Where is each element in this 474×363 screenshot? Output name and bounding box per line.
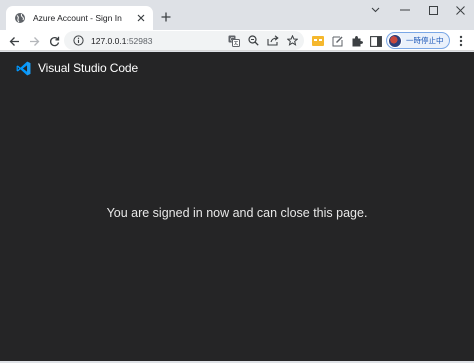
tab-search-chevron-icon[interactable] bbox=[367, 3, 383, 17]
url-text: 127.0.0.1:52983 bbox=[91, 36, 152, 46]
maximize-icon[interactable] bbox=[425, 3, 441, 17]
profile-button[interactable]: 一時停止中 bbox=[386, 32, 450, 49]
browser-tab[interactable]: Azure Account - Sign In bbox=[6, 6, 153, 30]
close-window-icon[interactable] bbox=[452, 3, 468, 17]
tab-title: Azure Account - Sign In bbox=[33, 13, 122, 23]
vscode-title: Visual Studio Code bbox=[38, 61, 139, 75]
zoom-icon[interactable] bbox=[246, 33, 261, 48]
signed-in-message: You are signed in now and can close this… bbox=[106, 206, 368, 220]
vscode-logo-icon bbox=[16, 61, 31, 76]
close-tab-icon[interactable] bbox=[135, 12, 147, 24]
reload-icon[interactable] bbox=[46, 33, 62, 49]
url-port: :52983 bbox=[126, 35, 153, 46]
avatar bbox=[388, 33, 402, 48]
back-arrow-icon[interactable] bbox=[6, 33, 22, 49]
translate-icon[interactable]: G bbox=[226, 33, 241, 48]
url-host: 127.0.0.1 bbox=[91, 35, 127, 46]
share-icon[interactable] bbox=[265, 33, 280, 48]
star-icon[interactable] bbox=[285, 33, 300, 48]
kebab-menu-icon[interactable] bbox=[454, 33, 468, 49]
address-bar[interactable]: 127.0.0.1:52983 G bbox=[64, 31, 304, 50]
side-panel-icon[interactable] bbox=[368, 33, 384, 49]
page-content: Visual Studio Code You are signed in now… bbox=[0, 52, 474, 363]
minimize-icon[interactable] bbox=[397, 3, 413, 17]
extension-edit-icon[interactable] bbox=[330, 33, 346, 49]
extension-yellow-icon[interactable] bbox=[310, 33, 326, 49]
forward-arrow-icon[interactable] bbox=[26, 33, 42, 49]
browser-toolbar: 127.0.0.1:52983 G bbox=[0, 30, 474, 51]
vscode-header: Visual Studio Code bbox=[16, 60, 138, 76]
info-icon[interactable] bbox=[71, 34, 85, 48]
puzzle-icon[interactable] bbox=[349, 33, 365, 49]
profile-status-label: 一時停止中 bbox=[406, 36, 444, 45]
browser-tab-strip: Azure Account - Sign In bbox=[0, 0, 474, 30]
globe-icon bbox=[14, 12, 26, 24]
new-tab-icon[interactable] bbox=[159, 10, 173, 24]
